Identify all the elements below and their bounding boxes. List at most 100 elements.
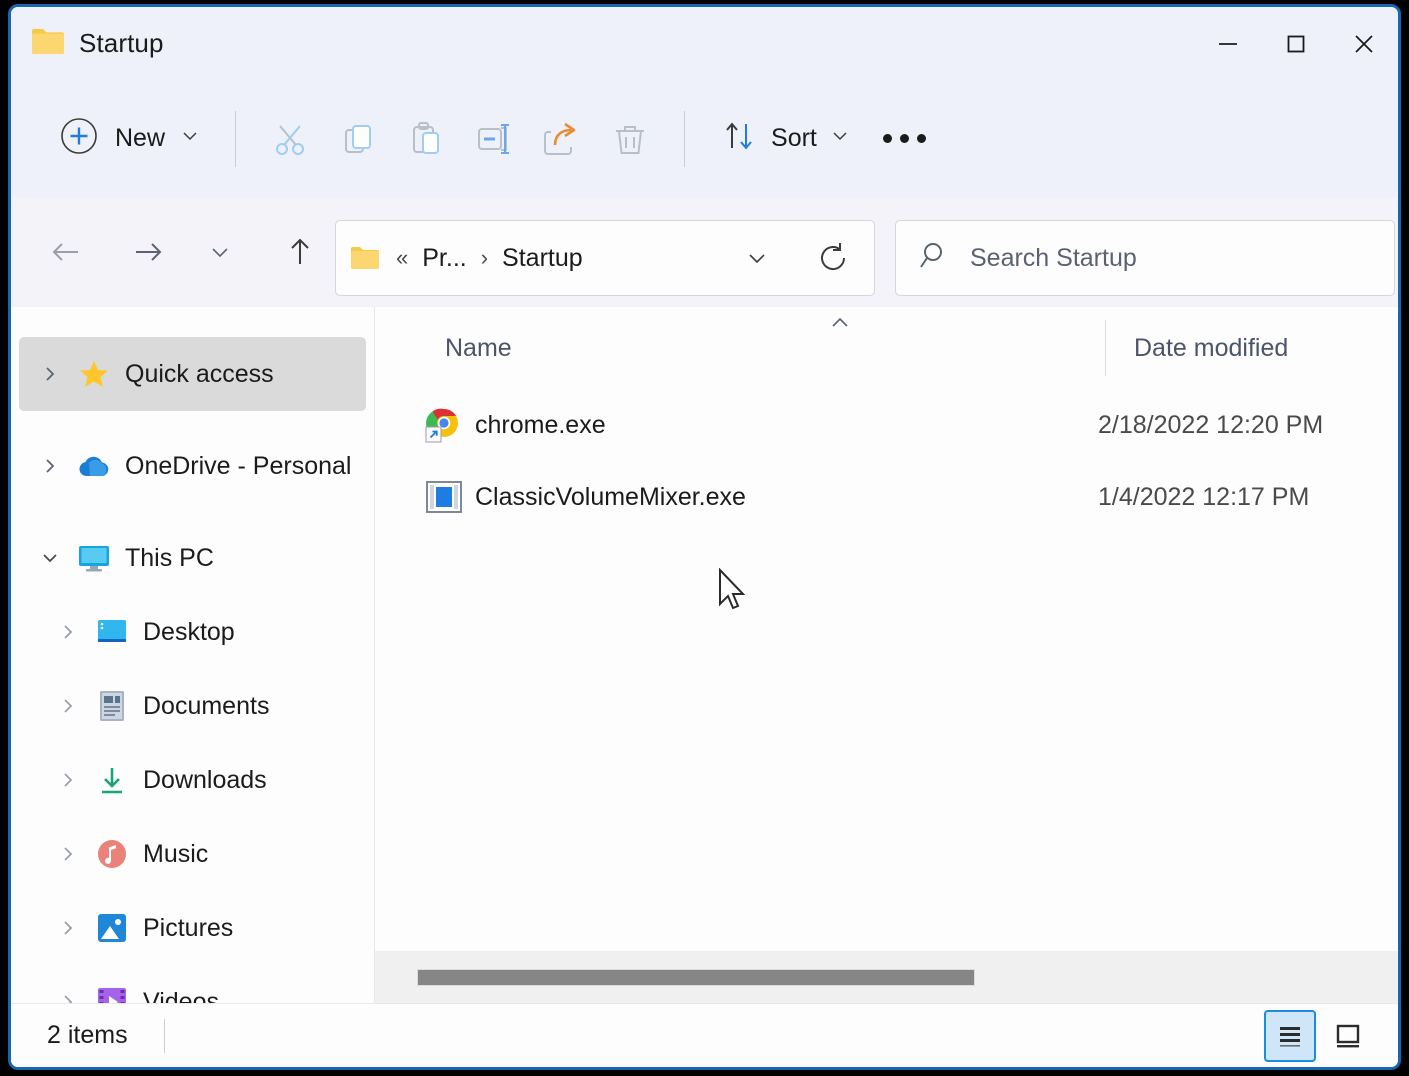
sidebar-item-label: OneDrive - Personal (125, 451, 352, 480)
new-button-label: New (115, 124, 166, 152)
sidebar-item-videos[interactable]: Videos (19, 965, 366, 1003)
maximize-button[interactable] (1262, 7, 1330, 80)
breadcrumb-overflow[interactable]: « (394, 245, 410, 271)
chevron-right-icon[interactable] (55, 696, 81, 716)
window-title: Startup (79, 28, 164, 58)
horizontal-scrollbar-track[interactable] (375, 951, 1398, 1003)
sidebar-item-pictures[interactable]: Pictures (19, 891, 366, 965)
search-icon (918, 239, 952, 278)
folder-icon (31, 26, 65, 61)
large-icons-view-button[interactable] (1322, 1009, 1374, 1062)
minimize-button[interactable] (1194, 7, 1262, 80)
sort-arrows-icon (719, 116, 759, 161)
sidebar-item-label: This PC (125, 543, 214, 572)
chevron-right-icon[interactable] (55, 918, 81, 938)
table-row[interactable]: chrome.exe 2/18/2022 12:20 PM (375, 389, 1398, 461)
table-row[interactable]: ClassicVolumeMixer.exe 1/4/2022 12:17 PM (375, 461, 1398, 533)
new-button[interactable]: New (47, 104, 215, 173)
chevron-right-icon[interactable] (55, 844, 81, 864)
address-bar[interactable]: « Pr... › Startup (335, 220, 875, 296)
chevron-right-icon[interactable] (37, 364, 63, 384)
app-window-icon (424, 477, 464, 517)
sidebar-item-this-pc[interactable]: This PC (19, 521, 366, 595)
sidebar-item-quick-access[interactable]: Quick access (19, 337, 366, 411)
share-button[interactable] (528, 105, 596, 173)
file-date-modified: 1/4/2022 12:17 PM (1098, 482, 1310, 511)
chevron-right-icon[interactable] (37, 456, 63, 476)
refresh-button[interactable] (806, 231, 860, 285)
sidebar-item-label: Videos (143, 987, 219, 1004)
sort-button-label: Sort (771, 124, 817, 152)
breadcrumb-separator: › (480, 245, 489, 270)
breadcrumb-item-0[interactable]: Pr... (416, 240, 472, 277)
sidebar-item-label: Downloads (143, 765, 267, 794)
music-icon (95, 837, 129, 871)
copy-button[interactable] (324, 105, 392, 173)
rename-button[interactable] (460, 105, 528, 173)
ellipsis-icon (916, 134, 926, 143)
sidebar-item-label: Documents (143, 691, 270, 720)
file-name: chrome.exe (475, 410, 606, 439)
sort-button[interactable]: Sort (705, 106, 865, 171)
address-dropdown-button[interactable] (730, 231, 784, 285)
more-options-button[interactable] (865, 116, 944, 161)
chevron-down-icon (829, 125, 851, 152)
back-button[interactable] (39, 225, 93, 279)
horizontal-scrollbar-thumb[interactable] (417, 969, 975, 986)
address-bar-right (730, 231, 860, 285)
sidebar-item-documents[interactable]: Documents (19, 669, 366, 743)
column-header-date-modified[interactable]: Date modified (1105, 320, 1288, 376)
command-toolbar: New Sort (11, 80, 1398, 197)
breadcrumb-item-1[interactable]: Startup (496, 240, 589, 277)
ellipsis-icon (882, 134, 892, 143)
item-count-label: 2 items (47, 1021, 128, 1049)
chevron-right-icon[interactable] (55, 770, 81, 790)
desktop-icon (95, 615, 129, 649)
plus-circle-icon (57, 114, 101, 163)
navigation-pane: Quick access OneDrive - Personal This PC… (11, 307, 374, 1003)
sidebar-item-downloads[interactable]: Downloads (19, 743, 366, 817)
downloads-icon (95, 763, 129, 797)
view-toggle-group (1264, 1009, 1374, 1062)
sidebar-item-label: Music (143, 839, 209, 868)
sidebar-item-label: Quick access (125, 359, 274, 388)
sidebar-item-desktop[interactable]: Desktop (19, 595, 366, 669)
ellipsis-icon (899, 134, 909, 143)
search-box[interactable]: Search Startup (895, 220, 1395, 296)
chevron-right-icon[interactable] (55, 992, 81, 1003)
delete-button[interactable] (596, 105, 664, 173)
star-icon (77, 357, 111, 391)
toolbar-divider-2 (684, 110, 686, 167)
column-header-name[interactable]: Name (445, 307, 1085, 389)
chevron-right-icon[interactable] (55, 622, 81, 642)
sidebar-item-label: Desktop (143, 617, 235, 646)
folder-icon (350, 245, 380, 271)
onedrive-cloud-icon (77, 449, 111, 483)
file-explorer-window: Startup New Sort « Pr... › Startup Searc… (8, 4, 1401, 1070)
caret-up-icon (828, 313, 852, 336)
sidebar-item-onedrive[interactable]: OneDrive - Personal (19, 429, 366, 503)
forward-button[interactable] (121, 225, 175, 279)
search-input[interactable]: Search Startup (970, 244, 1137, 273)
sidebar-item-music[interactable]: Music (19, 817, 366, 891)
status-bar: 2 items (11, 1003, 1398, 1067)
file-list-pane: Name Date modified chrome.exe 2/18/2022 … (374, 307, 1398, 1003)
paste-button[interactable] (392, 105, 460, 173)
monitor-icon (77, 541, 111, 575)
chevron-down-icon (179, 125, 201, 152)
recent-locations-button[interactable] (193, 225, 247, 279)
explorer-body: Quick access OneDrive - Personal This PC… (11, 307, 1398, 1003)
pictures-icon (95, 911, 129, 945)
up-button[interactable] (273, 225, 327, 279)
chevron-down-icon[interactable] (37, 548, 63, 568)
cut-button[interactable] (256, 105, 324, 173)
title-bar: Startup (11, 7, 1398, 80)
chrome-shortcut-icon (424, 405, 464, 445)
close-button[interactable] (1330, 7, 1398, 80)
documents-icon (95, 689, 129, 723)
window-controls (1194, 7, 1398, 80)
column-header-date-label: Date modified (1134, 333, 1289, 362)
details-view-button[interactable] (1264, 1009, 1316, 1062)
file-name: ClassicVolumeMixer.exe (475, 482, 746, 511)
column-header-name-label: Name (445, 333, 512, 362)
